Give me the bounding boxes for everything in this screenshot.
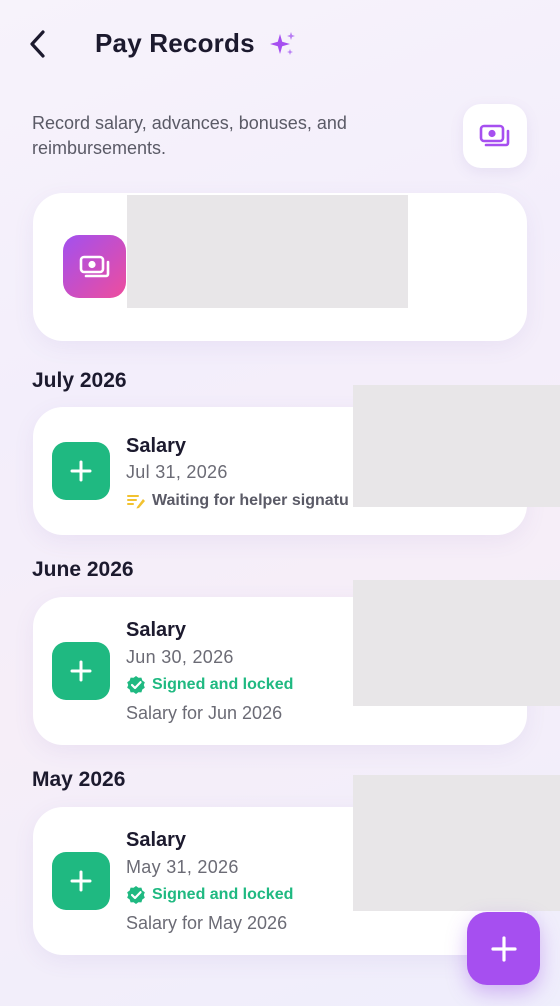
verified-badge-icon	[127, 676, 145, 694]
record-status: Signed and locked	[126, 675, 293, 695]
record-status-text: Signed and locked	[152, 886, 294, 903]
record-date: May 31, 2026	[126, 857, 239, 877]
summary-icon-tile	[63, 235, 126, 298]
section-title-may-2026: May 2026	[32, 768, 126, 791]
redacted-amount	[353, 385, 560, 507]
record-date: Jul 31, 2026	[126, 462, 228, 482]
verified-badge-icon	[127, 886, 145, 904]
income-plus-icon	[52, 642, 110, 700]
redacted-amount	[353, 580, 560, 706]
section-title-july-2026: July 2026	[32, 369, 127, 392]
cash-icon	[79, 255, 109, 277]
redacted-summary	[127, 195, 408, 308]
record-status-text: Waiting for helper signatu	[152, 492, 349, 509]
app-header: Pay Records	[0, 0, 560, 90]
redacted-amount	[353, 775, 560, 911]
plus-icon	[490, 935, 517, 962]
chevron-left-icon	[30, 30, 45, 58]
income-plus-icon	[52, 852, 110, 910]
signature-pending-icon	[127, 495, 145, 509]
record-note: Salary for Jun 2026	[126, 703, 283, 723]
back-button[interactable]	[20, 26, 56, 62]
add-record-button[interactable]	[467, 912, 540, 985]
record-status: Signed and locked	[126, 885, 293, 905]
summary-card	[33, 193, 527, 341]
cash-icon	[479, 124, 510, 147]
record-status: Waiting for helper signatu	[126, 491, 353, 511]
page-title: Pay Records	[95, 28, 255, 58]
sparkle-icon	[270, 32, 295, 55]
section-title-june-2026: June 2026	[32, 558, 134, 581]
record-note: Salary for May 2026	[126, 913, 288, 933]
income-plus-icon	[52, 442, 110, 500]
page-subtitle: Record salary, advances, bonuses, and re…	[32, 113, 347, 158]
record-title: Salary	[126, 435, 187, 457]
record-status-text: Signed and locked	[152, 676, 294, 693]
record-title: Salary	[126, 829, 187, 851]
record-date: Jun 30, 2026	[126, 647, 234, 667]
record-title: Salary	[126, 619, 187, 641]
cash-button[interactable]	[463, 104, 527, 168]
